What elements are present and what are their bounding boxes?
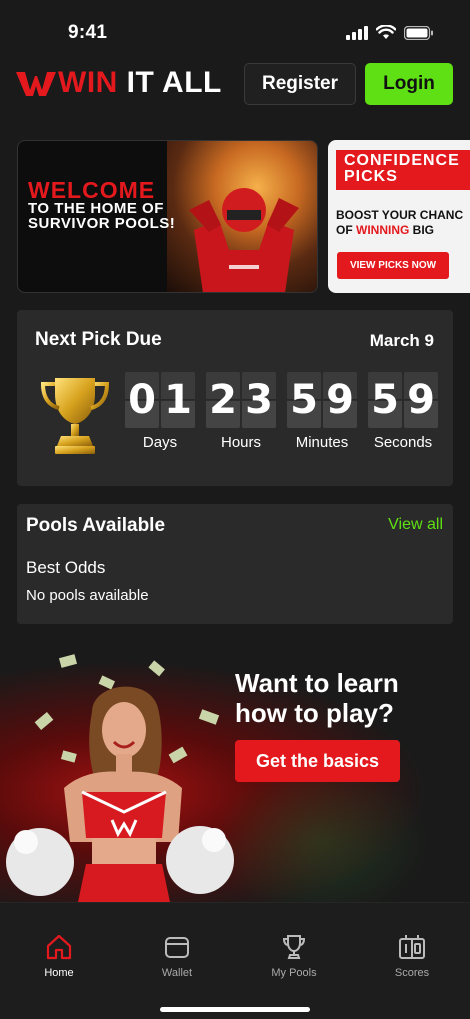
countdown-digit: 5 [368, 372, 402, 428]
stadium-photo [167, 141, 317, 292]
football-player-image [189, 188, 299, 292]
pools-available-card: Pools Available View all Best Odds No po… [17, 504, 453, 624]
logo-text-white: IT ALL [126, 66, 222, 99]
nav-item-my-pools[interactable]: My Pools [254, 933, 334, 979]
picks-title: CONFIDENCE PICKS [344, 152, 460, 185]
green-glow [210, 762, 430, 902]
countdown-date: March 9 [369, 331, 434, 350]
countdown-days: 0 1 Days [125, 372, 195, 451]
logo-text: WIN IT ALL [58, 66, 222, 100]
learn-to-play-section: Want to learn how to play? Get the basic… [0, 642, 470, 902]
bottom-navigation: Home Wallet My Pools Scores [0, 902, 470, 1019]
trophy-icon [40, 378, 110, 454]
countdown-digit: 0 [125, 372, 159, 428]
status-icons [346, 25, 434, 40]
countdown-seconds: 5 9 Seconds [368, 372, 438, 451]
nav-item-home[interactable]: Home [19, 933, 99, 979]
home-icon [46, 934, 72, 960]
welcome-banner[interactable]: WELCOME TO THE HOME OF SURVIVOR POOLS! [17, 140, 318, 293]
view-all-pools-link[interactable]: View all [388, 516, 443, 534]
countdown-hours: 2 3 Hours [206, 372, 276, 451]
picks-subtitle-line2: OF WINNING BIG [336, 223, 470, 238]
wifi-icon [376, 25, 396, 39]
app-logo[interactable]: WIN IT ALL [16, 66, 222, 100]
promo-carousel[interactable]: WELCOME TO THE HOME OF SURVIVOR POOLS! C… [17, 140, 470, 293]
battery-icon [404, 25, 433, 40]
countdown-digit: 5 [287, 372, 321, 428]
nav-label-my-pools: My Pools [271, 967, 317, 979]
countdown-digit: 9 [404, 372, 438, 428]
countdown-hours-value: 2 3 [206, 372, 276, 428]
next-pick-countdown-card: Next Pick Due March 9 0 1 Days 2 3 Hours… [17, 310, 453, 486]
confidence-picks-banner[interactable]: CONFIDENCE PICKS BOOST YOUR CHANC OF WIN… [328, 140, 470, 293]
cellular-signal-icon [346, 25, 368, 40]
register-button[interactable]: Register [244, 63, 356, 105]
countdown-minutes-value: 5 9 [287, 372, 357, 428]
countdown-title: Next Pick Due [35, 329, 162, 350]
status-bar: 9:41 [0, 0, 470, 60]
view-picks-button[interactable]: VIEW PICKS NOW [337, 252, 449, 279]
nav-item-scores[interactable]: Scores [372, 933, 452, 979]
countdown-seconds-value: 5 9 [368, 372, 438, 428]
picks-subtitle-line1: BOOST YOUR CHANC [336, 208, 464, 222]
logo-w-icon [16, 72, 56, 96]
nav-label-home: Home [44, 967, 74, 979]
countdown-digit: 3 [242, 372, 276, 428]
nav-item-wallet[interactable]: Wallet [137, 933, 217, 979]
picks-line2-suffix: BIG [409, 223, 434, 237]
countdown-days-value: 0 1 [125, 372, 195, 428]
trophy-icon [282, 935, 306, 959]
countdown-digit: 2 [206, 372, 240, 428]
nav-label-scores: Scores [394, 967, 430, 979]
cheerleader-image [6, 654, 234, 902]
wallet-icon [165, 937, 189, 958]
scoreboard-icon [399, 935, 425, 959]
picks-line2-highlight: WINNING [356, 223, 410, 237]
countdown-minutes: 5 9 Minutes [287, 372, 357, 451]
learn-title: Want to learn how to play? [235, 668, 399, 728]
pools-title: Pools Available [26, 515, 166, 536]
no-pools-message: No pools available [26, 587, 149, 604]
countdown-label: Minutes [295, 434, 349, 451]
picks-title-box: CONFIDENCE PICKS [336, 150, 470, 190]
countdown-label: Hours [220, 434, 261, 451]
picks-subtitle: BOOST YOUR CHANC OF WINNING BIG [336, 208, 470, 238]
home-indicator [160, 1007, 310, 1012]
countdown-label: Seconds [373, 434, 433, 451]
app-header: WIN IT ALL Register Login [0, 60, 470, 114]
best-odds-heading: Best Odds [26, 558, 106, 577]
picks-line2-prefix: OF [336, 223, 356, 237]
countdown-digit: 1 [161, 372, 195, 428]
countdown-digit: 9 [323, 372, 357, 428]
welcome-subtitle: TO THE HOME OF SURVIVOR POOLS! [28, 200, 176, 232]
get-the-basics-button[interactable]: Get the basics [235, 740, 400, 782]
countdown-units: 0 1 Days 2 3 Hours 5 9 Minutes 5 9 Secon… [125, 372, 438, 451]
nav-label-wallet: Wallet [161, 967, 193, 979]
login-button[interactable]: Login [365, 63, 453, 105]
logo-text-red: WIN [58, 66, 118, 99]
countdown-label: Days [142, 434, 178, 451]
status-time: 9:41 [68, 22, 108, 43]
